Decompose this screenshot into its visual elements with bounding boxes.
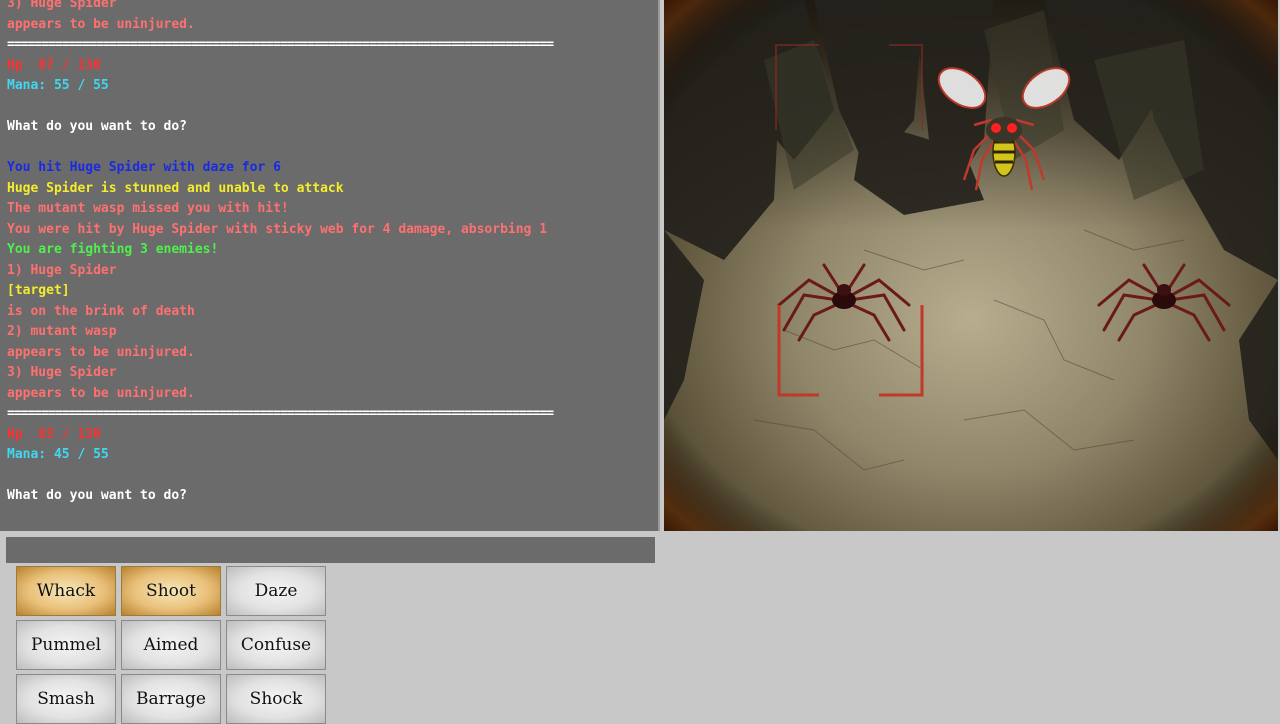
log-line: [target] — [7, 283, 70, 298]
shoot-button[interactable]: Shoot — [121, 566, 221, 616]
log-line: Mana: 45 / 55 — [7, 447, 109, 462]
pummel-button[interactable]: Pummel — [16, 620, 116, 670]
battle-scene — [664, 0, 1278, 531]
log-line: Mana: 55 / 55 — [7, 78, 109, 93]
log-line: 3) Huge Spider — [7, 365, 117, 380]
daze-button[interactable]: Daze — [226, 566, 326, 616]
shock-button[interactable]: Shock — [226, 674, 326, 724]
log-line: 2) mutant wasp — [7, 324, 117, 339]
log-line: What do you want to do? — [7, 119, 188, 134]
log-line: appears to be uninjured. — [7, 16, 195, 32]
log-line: You were hit by Huge Spider with sticky … — [7, 221, 548, 237]
log-line: appears to be uninjured. — [7, 385, 195, 401]
smash-button[interactable]: Smash — [16, 674, 116, 724]
log-line: is on the brink of death — [7, 303, 195, 319]
log-line: ========================================… — [7, 406, 554, 421]
log-line: What do you want to do? — [7, 488, 188, 503]
log-line: ========================================… — [7, 37, 554, 52]
log-line: Huge Spider is stunned and unable to att… — [7, 180, 344, 196]
log-line: 1) Huge Spider — [7, 262, 117, 278]
aimed-button[interactable]: Aimed — [121, 620, 221, 670]
log-line: The mutant wasp missed you with hit! — [7, 201, 289, 216]
command-input[interactable] — [6, 537, 655, 563]
log-line: You hit Huge Spider with daze for 6 — [7, 160, 281, 175]
barrage-button[interactable]: Barrage — [121, 674, 221, 724]
confuse-button[interactable]: Confuse — [226, 620, 326, 670]
whack-button[interactable]: Whack — [16, 566, 116, 616]
log-line: You are fighting 3 enemies! — [7, 242, 219, 257]
combat-log-lines: 3) Huge Spider appears to be uninjured. ==… — [7, 0, 648, 507]
combat-log[interactable]: 3) Huge Spider appears to be uninjured. ==… — [0, 0, 660, 531]
action-buttons: Whack Shoot Daze Pummel Aimed Confuse Smash Bar… — [16, 566, 326, 724]
log-line: Hp 83 / 130 — [7, 426, 101, 442]
log-line: Hp 87 / 130 — [7, 57, 101, 73]
log-line: appears to be uninjured. — [7, 344, 195, 360]
log-line: 3) Huge Spider — [7, 0, 117, 11]
